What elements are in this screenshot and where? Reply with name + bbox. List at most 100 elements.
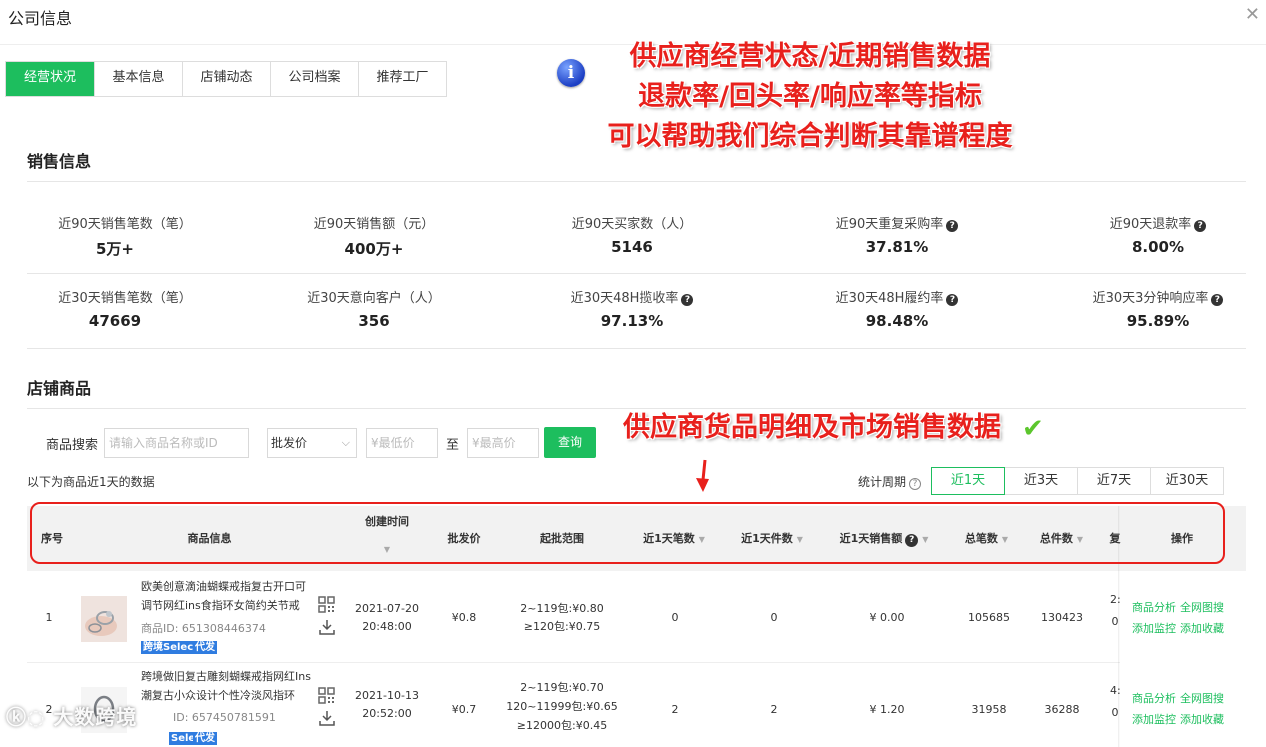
help-icon[interactable]: ? <box>946 294 959 306</box>
created-clock: 20:48:00 <box>362 620 412 633</box>
price-tier: 2~119包:¥0.80 <box>520 602 604 615</box>
pieces-1d: 0 <box>770 611 778 624</box>
stat-label: 近90天买家数（人） <box>571 217 693 232</box>
product-name-line: 调节网红ins食指环女简约关节戒 <box>141 599 300 612</box>
query-button[interactable]: 查询 <box>544 427 596 458</box>
help-icon[interactable]: ? <box>681 294 694 306</box>
download-icon[interactable] <box>319 710 335 726</box>
dropship-badge: 代发 <box>193 641 217 654</box>
product-name[interactable]: 跨境做旧复古雕刻蝴蝶戒指网红Ins 潮复古小众设计个性冷淡风指环 <box>141 667 313 705</box>
chevron-down-icon: ⌵ <box>341 436 350 449</box>
tab-recommended-factory[interactable]: 推荐工厂 <box>358 62 446 96</box>
stat-label: 近30天意向客户（人） <box>307 291 441 306</box>
price-tier: ≥120包:¥0.75 <box>523 620 601 633</box>
period-30d-button[interactable]: 近30天 <box>1150 467 1224 495</box>
stat-value: 97.13% <box>600 312 664 330</box>
stat-label-text: 近90天退款率 <box>1109 217 1192 232</box>
stat-label: 近30天48H揽收率? <box>517 290 747 308</box>
watermark-logo: ⓚ◌ 大数跨境 <box>6 705 138 729</box>
range-to-label: 至 <box>446 438 460 453</box>
table-row: 2 跨境做旧复古雕刻蝴蝶戒指网红Ins 潮复古小众设计个性冷淡风指环 ID: 6… <box>27 663 1246 747</box>
min-order-range: 2~119包:¥0.80 ≥120包:¥0.75 <box>502 600 622 636</box>
help-icon[interactable]: ? <box>909 478 922 490</box>
product-name[interactable]: 欧美创意滴油蝴蝶戒指复古开口可 调节网红ins食指环女简约关节戒 <box>141 577 313 615</box>
qrcode-icon[interactable] <box>318 596 335 613</box>
add-favorite-link[interactable]: 添加收藏 <box>1180 620 1224 636</box>
tab-store-news[interactable]: 店铺动态 <box>182 62 270 96</box>
help-icon[interactable]: ? <box>1194 220 1207 232</box>
download-icon[interactable] <box>319 619 335 635</box>
stat-item: 近30天3分钟响应率? 95.89% <box>1043 290 1266 330</box>
period-selector: 近1天 近3天 近7天 近30天 <box>931 467 1224 495</box>
orders-1d: 0 <box>671 611 679 624</box>
stat-label: 近90天销售笔数（笔） <box>58 217 192 232</box>
product-search-input[interactable] <box>104 428 249 458</box>
tab-company-archive[interactable]: 公司档案 <box>270 62 358 96</box>
annotation-line: 退款率/回头率/响应率等指标 <box>638 81 982 112</box>
dropship-badge: 代发 <box>193 732 217 745</box>
product-analysis-link[interactable]: 商品分析 <box>1132 599 1176 615</box>
stat-item: 近90天销售笔数（笔） 5万+ <box>0 216 230 259</box>
period-7d-button[interactable]: 近7天 <box>1077 467 1151 495</box>
stat-item: 近30天销售笔数（笔） 47669 <box>0 290 230 330</box>
help-icon[interactable]: ? <box>946 220 959 232</box>
total-orders: 105685 <box>968 611 1010 624</box>
stat-value: 8.00% <box>1131 238 1185 256</box>
stat-label-text: 近30天3分钟响应率 <box>1092 291 1209 306</box>
watermark-text: 大数跨境 <box>53 705 138 729</box>
stat-item: 近90天销售额（元） 400万+ <box>259 216 489 259</box>
stats-divider <box>27 348 1246 349</box>
min-order-range: 2~119包:¥0.70 120~11999包:¥0.65 ≥12000包:¥0… <box>497 678 627 735</box>
tab-business-status[interactable]: 经营状况 <box>6 62 94 96</box>
row-index: 1 <box>45 611 53 624</box>
max-price-input[interactable] <box>467 428 539 458</box>
annotation-line: 供应商经营状态/近期销售数据 <box>629 41 991 72</box>
tab-basic-info[interactable]: 基本信息 <box>94 62 182 96</box>
tab-bar: 经营状况 基本信息 店铺动态 公司档案 推荐工厂 <box>5 61 447 97</box>
add-favorite-link[interactable]: 添加收藏 <box>1180 711 1224 727</box>
stat-value: 356 <box>358 312 390 330</box>
product-analysis-link[interactable]: 商品分析 <box>1132 690 1176 706</box>
section-divider <box>27 181 1246 182</box>
stat-label-text: 近90天重复采购率 <box>835 217 944 232</box>
period-1d-button[interactable]: 近1天 <box>931 467 1005 495</box>
stat-item: 近90天重复采购率? 37.81% <box>782 216 1012 256</box>
stat-item: 近30天意向客户（人） 356 <box>259 290 489 330</box>
period-label: 统计周期? <box>858 473 922 490</box>
sales-section-title: 销售信息 <box>27 152 92 171</box>
checkmark-icon: ✔ <box>1022 414 1044 444</box>
close-icon[interactable]: ✕ <box>1245 4 1260 25</box>
product-name-line: 潮复古小众设计个性冷淡风指环 <box>141 689 295 702</box>
product-id: ID: 657450781591 <box>173 711 276 724</box>
stat-label-text: 近30天48H履约率 <box>835 291 944 306</box>
red-arrow-icon <box>696 459 709 492</box>
pieces-1d: 2 <box>770 703 778 716</box>
image-search-link[interactable]: 全网图搜 <box>1180 599 1224 615</box>
product-thumbnail[interactable] <box>81 596 127 642</box>
price-type-select[interactable]: 批发价 ⌵ <box>267 428 357 458</box>
min-price-input[interactable] <box>366 428 438 458</box>
stat-label-text: 近30天48H揽收率 <box>570 291 679 306</box>
add-monitor-link[interactable]: 添加监控 <box>1132 620 1176 636</box>
wholesale-price: ¥0.8 <box>451 611 477 624</box>
stats-row-90d: 近90天销售笔数（笔） 5万+ 近90天销售额（元） 400万+ 近90天买家数… <box>0 216 1266 286</box>
period-3d-button[interactable]: 近3天 <box>1004 467 1078 495</box>
stat-label: 近30天销售笔数（笔） <box>58 291 192 306</box>
table-row: 1 欧美创意滴油蝴蝶戒指复古开口可 调节网红ins食指环女简约关节戒 商品ID:… <box>27 572 1246 663</box>
annotation-line: 可以帮助我们综合判断其靠谱程度 <box>607 121 1013 152</box>
help-icon[interactable]: ? <box>1211 294 1224 306</box>
stat-item: 近30天48H履约率? 98.48% <box>782 290 1012 330</box>
dialog-title: 公司信息 <box>8 9 73 28</box>
image-search-link[interactable]: 全网图搜 <box>1180 690 1224 706</box>
qrcode-icon[interactable] <box>318 687 335 704</box>
created-date: 2021-07-20 <box>355 602 419 615</box>
data-period-note: 以下为商品近1天的数据 <box>27 475 155 489</box>
stats-row-30d: 近30天销售笔数（笔） 47669 近30天意向客户（人） 356 近30天48… <box>0 290 1266 360</box>
total-pieces: 130423 <box>1041 611 1083 624</box>
stat-label: 近90天重复采购率? <box>782 216 1012 234</box>
sales-1d: ¥ 1.20 <box>869 703 905 716</box>
price-tier: ≥12000包:¥0.45 <box>516 719 608 732</box>
cross-border-select-badge: 跨境Select <box>141 641 200 654</box>
total-pieces: 36288 <box>1044 703 1080 716</box>
add-monitor-link[interactable]: 添加监控 <box>1132 711 1176 727</box>
